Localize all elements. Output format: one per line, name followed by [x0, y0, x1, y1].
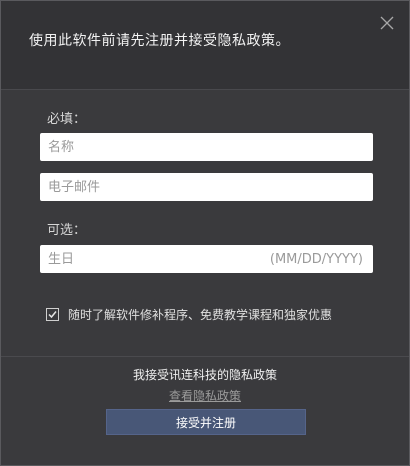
- privacy-policy-statement: 我接受讯连科技的隐私政策: [132, 368, 277, 382]
- newsletter-checkbox-label: 随时了解软件修补程序、免费教学课程和独家优惠: [68, 308, 333, 322]
- close-icon[interactable]: [379, 15, 395, 31]
- newsletter-consent-row[interactable]: 随时了解软件修补程序、免费教学课程和独家优惠: [46, 306, 332, 323]
- email-field[interactable]: [40, 173, 373, 201]
- dialog-header: 使用此软件前请先注册并接受隐私政策。: [1, 1, 409, 90]
- dialog-title: 使用此软件前请先注册并接受隐私政策。: [29, 33, 290, 49]
- optional-section-label: 可选：: [47, 223, 87, 238]
- required-section-label: 必填：: [47, 112, 87, 127]
- birthday-format-hint: (MM/DD/YYYY): [269, 252, 363, 267]
- view-privacy-policy-link[interactable]: 查看隐私政策: [1, 387, 409, 404]
- footer-divider: [1, 356, 409, 357]
- newsletter-checkbox[interactable]: [46, 308, 59, 321]
- checkmark-icon: [48, 311, 57, 319]
- registration-dialog: 使用此软件前请先注册并接受隐私政策。 必填： 可选： (MM/DD/YYYY) …: [0, 0, 410, 466]
- accept-and-register-button[interactable]: 接受并注册: [106, 409, 306, 435]
- name-field[interactable]: [40, 133, 373, 161]
